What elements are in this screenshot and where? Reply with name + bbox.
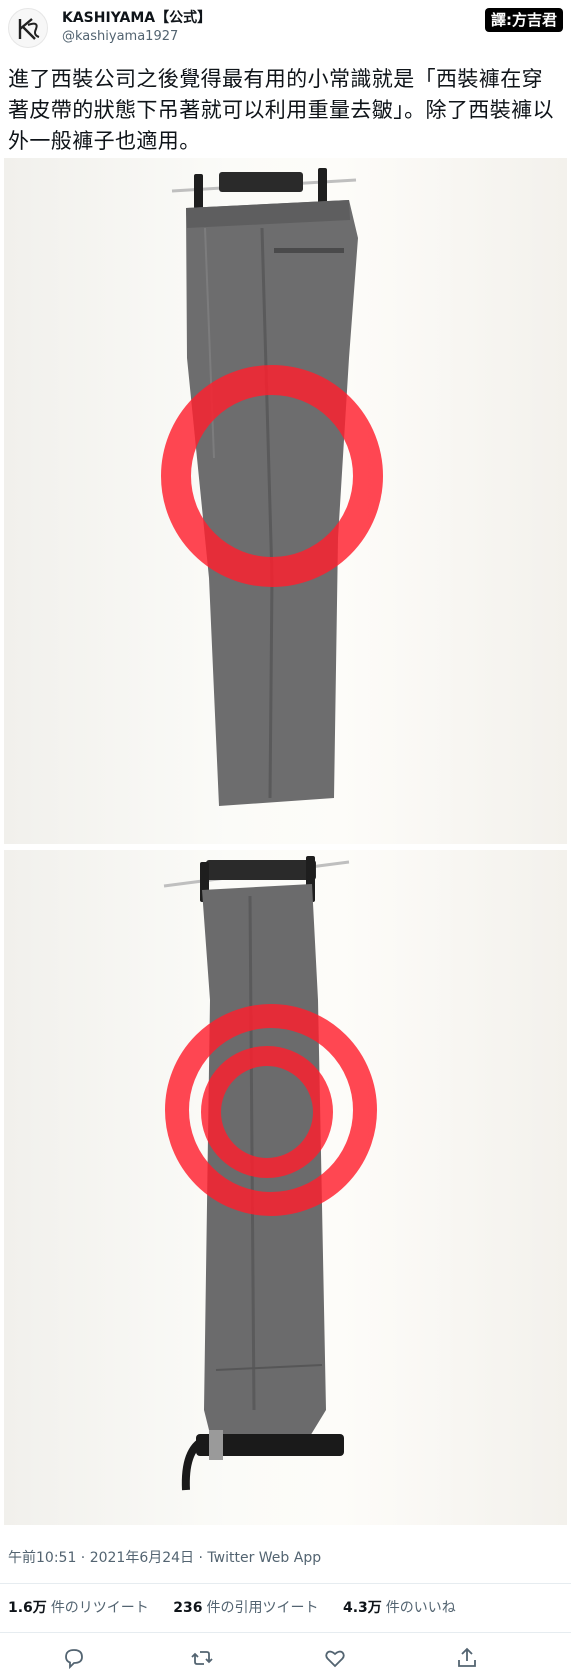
kashiyama-logo-icon xyxy=(18,18,40,40)
tweet-photo-2[interactable] xyxy=(4,850,567,1525)
tweet-text: 進了西裝公司之後覺得最有用的小常識就是「西裝褲在穿著皮帶的狀態下吊著就可以利用重… xyxy=(8,67,554,153)
reply-icon[interactable] xyxy=(62,1646,86,1670)
quotes-stat[interactable]: 236 件の引用ツイート xyxy=(173,1597,318,1617)
tweet-timestamp[interactable]: 午前10:51 · 2021年6月24日 · Twitter Web App xyxy=(8,1548,321,1568)
likes-stat[interactable]: 4.3万 件のいいね xyxy=(343,1597,456,1617)
avatar[interactable] xyxy=(8,8,48,48)
tweet-actions xyxy=(0,1642,571,1672)
retweets-stat[interactable]: 1.6万 件のリツイート xyxy=(8,1597,149,1617)
like-icon[interactable] xyxy=(323,1646,347,1670)
engagement-stats: 1.6万 件のリツイート 236 件の引用ツイート 4.3万 件のいいね xyxy=(8,1597,476,1619)
retweet-icon[interactable] xyxy=(190,1646,214,1670)
tweet-header: KASHIYAMA【公式】 @kashiyama1927 譯:方吉君 xyxy=(0,0,571,64)
user-handle[interactable]: @kashiyama1927 xyxy=(62,28,211,46)
tweet-photo-1[interactable] xyxy=(4,158,567,844)
divider xyxy=(0,1583,571,1584)
translator-badge: 譯:方吉君 xyxy=(485,8,563,32)
display-name[interactable]: KASHIYAMA【公式】 xyxy=(62,8,211,28)
divider xyxy=(0,1632,571,1633)
share-icon[interactable] xyxy=(455,1646,479,1670)
